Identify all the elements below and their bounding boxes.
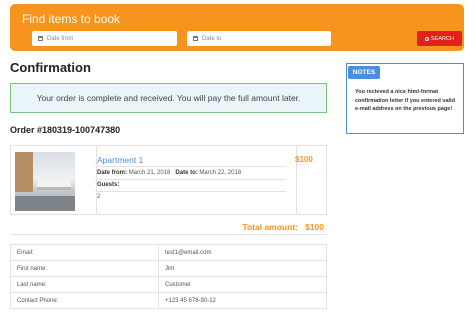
item-price: $100: [295, 155, 313, 164]
search-button-label: SEARCH: [431, 35, 454, 42]
total-value: $100: [305, 222, 324, 232]
customer-details-table: Email: test1@email.com First name: Jim L…: [10, 244, 327, 309]
search-icon: [425, 36, 430, 41]
page-title: Confirmation: [10, 60, 91, 75]
field-label: First name:: [10, 260, 159, 277]
apartment-photo[interactable]: [15, 152, 75, 211]
field-value: Jim: [158, 260, 327, 277]
order-number: Order #180319-100747380: [10, 125, 121, 135]
total-amount: Total amount: $100: [200, 222, 324, 232]
search-title: Find items to book: [22, 12, 121, 26]
field-value: +123 45 678-90-12: [158, 292, 327, 309]
total-label: Total amount:: [242, 222, 298, 232]
search-button[interactable]: SEARCH: [417, 31, 462, 46]
notes-box: NOTES You recieved a nice html-format co…: [346, 63, 464, 134]
table-row: Contact Phone: +123 45 678-90-12: [10, 292, 327, 309]
table-row: First name: Jim: [10, 260, 327, 277]
notes-tab: NOTES: [348, 66, 380, 79]
guests-value: 2: [97, 194, 101, 200]
notes-text: You recieved a nice html-format confirma…: [355, 89, 455, 112]
date-from-placeholder: Date from: [47, 35, 74, 42]
date-from-value: March 21, 2018: [128, 170, 171, 176]
notice-text: Your order is complete and received. You…: [36, 93, 301, 103]
field-value: test1@email.com: [158, 244, 327, 261]
date-from-input[interactable]: Date from: [32, 31, 177, 46]
item-dates: Date from: March 21, 2018 Date to: March…: [97, 170, 241, 176]
table-row: Email: test1@email.com: [10, 244, 327, 261]
search-panel: Find items to book Date from Date to SEA…: [10, 4, 464, 51]
date-to-label: Date to:: [175, 170, 198, 176]
field-label: Last name:: [10, 276, 159, 293]
field-value: Customer: [158, 276, 327, 293]
booked-item-card: Apartment 1 $100 Date from: March 21, 20…: [10, 145, 327, 215]
success-notice: Your order is complete and received. You…: [10, 83, 327, 113]
date-to-value: March 22, 2018: [199, 170, 242, 176]
date-to-input[interactable]: Date to: [187, 31, 331, 46]
field-label: Email:: [10, 244, 159, 261]
calendar-icon: [38, 36, 43, 41]
table-row: Last name: Customer: [10, 276, 327, 293]
date-to-placeholder: Date to: [202, 35, 222, 42]
field-label: Contact Phone:: [10, 292, 159, 309]
calendar-icon: [193, 36, 198, 41]
guests-label: Guests:: [97, 182, 120, 188]
date-from-label: Date from:: [97, 170, 128, 176]
item-name-link[interactable]: Apartment 1: [97, 155, 143, 165]
